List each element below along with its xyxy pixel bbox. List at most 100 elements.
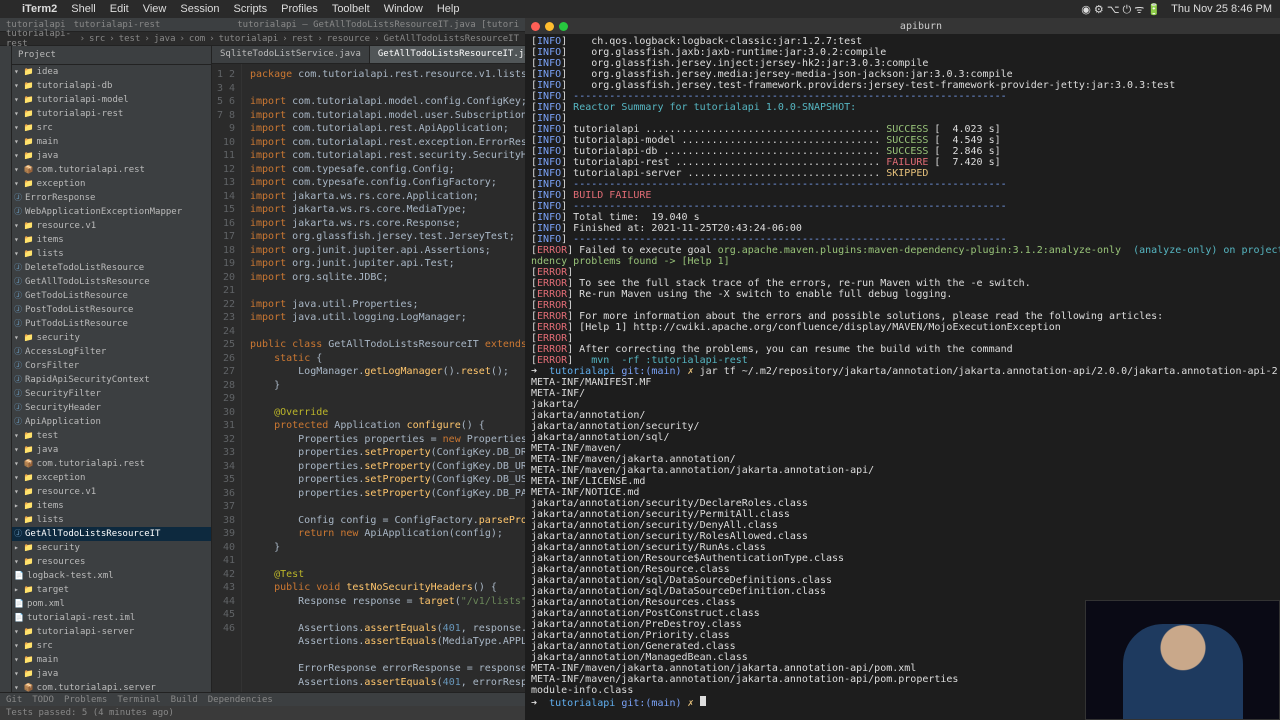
tree-item[interactable]: resources bbox=[12, 555, 211, 569]
bottom-problems[interactable]: Problems bbox=[64, 695, 107, 705]
java-icon bbox=[14, 373, 22, 387]
app-name[interactable]: iTerm2 bbox=[22, 3, 57, 15]
tree-item[interactable]: lists bbox=[12, 513, 211, 527]
editor-tab[interactable]: SqliteTodoListService.java bbox=[212, 46, 370, 63]
pkg-icon bbox=[14, 457, 34, 471]
menu-scripts[interactable]: Scripts bbox=[234, 3, 268, 15]
java-icon bbox=[14, 359, 22, 373]
tree-item[interactable]: com.tutorialapi.rest bbox=[12, 163, 211, 177]
status-bar: Tests passed: 5 (4 minutes ago) bbox=[0, 706, 525, 720]
tree-item[interactable]: test bbox=[12, 429, 211, 443]
bottom-todo[interactable]: TODO bbox=[32, 695, 54, 705]
project-tree[interactable]: Project ideatutorialapi-dbtutorialapi-mo… bbox=[12, 46, 212, 692]
tree-item[interactable]: logback-test.xml bbox=[12, 569, 211, 583]
menu-edit[interactable]: Edit bbox=[110, 3, 129, 15]
java-icon bbox=[14, 191, 22, 205]
bottom-git[interactable]: Git bbox=[6, 695, 22, 705]
tree-item[interactable]: exception bbox=[12, 177, 211, 191]
tree-item[interactable]: ErrorResponse bbox=[12, 191, 211, 205]
editor-tab[interactable]: GetAllTodoListsResourceIT.java bbox=[370, 46, 525, 63]
status-icons[interactable]: ◉ ⚙ ⌥ ⏻ ᯤ 🔋 bbox=[1081, 2, 1161, 17]
tree-item[interactable]: src bbox=[12, 639, 211, 653]
terminal-title: apiburn bbox=[900, 21, 942, 32]
tree-item[interactable]: resource.v1 bbox=[12, 219, 211, 233]
tree-item[interactable]: items bbox=[12, 499, 211, 513]
folder-open-icon bbox=[14, 443, 34, 457]
tree-item[interactable]: java bbox=[12, 667, 211, 681]
folder-icon bbox=[14, 541, 34, 555]
left-tool-gutter[interactable] bbox=[0, 46, 12, 692]
folder-open-icon bbox=[14, 625, 34, 639]
tree-item[interactable]: PostTodoListResource bbox=[12, 303, 211, 317]
tree-item[interactable]: GetTodoListResource bbox=[12, 289, 211, 303]
tree-item[interactable]: tutorialapi-server bbox=[12, 625, 211, 639]
menu-help[interactable]: Help bbox=[437, 3, 460, 15]
menu-view[interactable]: View bbox=[143, 3, 167, 15]
tree-item[interactable]: java bbox=[12, 443, 211, 457]
folder-open-icon bbox=[14, 429, 34, 443]
menu-window[interactable]: Window bbox=[384, 3, 423, 15]
tree-item[interactable]: items bbox=[12, 233, 211, 247]
tree-item[interactable]: GetAllTodoListsResourceIT bbox=[12, 527, 211, 541]
tree-item[interactable]: CorsFilter bbox=[12, 359, 211, 373]
menu-profiles[interactable]: Profiles bbox=[281, 3, 318, 15]
tree-item[interactable]: tutorialapi-rest.iml bbox=[12, 611, 211, 625]
tree-item[interactable]: tutorialapi-db bbox=[12, 79, 211, 93]
folder-open-icon bbox=[14, 247, 34, 261]
webcam-overlay bbox=[1085, 600, 1280, 720]
clock[interactable]: Thu Nov 25 8:46 PM bbox=[1171, 3, 1272, 15]
tree-item[interactable]: WebApplicationExceptionMapper bbox=[12, 205, 211, 219]
tree-item[interactable]: tutorialapi-rest bbox=[12, 107, 211, 121]
tree-item[interactable]: target bbox=[12, 583, 211, 597]
breadcrumb[interactable]: tutorialapi-rest›src›test›java›com›tutor… bbox=[0, 32, 525, 46]
tree-item[interactable]: security bbox=[12, 331, 211, 345]
tree-item[interactable]: resource.v1 bbox=[12, 485, 211, 499]
traffic-lights[interactable] bbox=[531, 22, 568, 31]
tree-item[interactable]: com.tutorialapi.rest bbox=[12, 457, 211, 471]
editor-tabs: SqliteTodoListService.java GetAllTodoLis… bbox=[212, 46, 525, 64]
folder-open-icon bbox=[14, 65, 34, 79]
tree-item[interactable]: GetAllTodoListsResource bbox=[12, 275, 211, 289]
pkg-icon bbox=[14, 163, 34, 177]
tree-item[interactable]: RapidApiSecurityContext bbox=[12, 373, 211, 387]
tree-item[interactable]: AccessLogFilter bbox=[12, 345, 211, 359]
bottom-build[interactable]: Build bbox=[171, 695, 198, 705]
tree-item[interactable]: idea bbox=[12, 65, 211, 79]
tree-item[interactable]: java bbox=[12, 149, 211, 163]
java-icon bbox=[14, 317, 22, 331]
folder-open-icon bbox=[14, 93, 34, 107]
tree-item[interactable]: DeleteTodoListResource bbox=[12, 261, 211, 275]
tree-item[interactable]: src bbox=[12, 121, 211, 135]
folder-open-icon bbox=[14, 149, 34, 163]
tree-item[interactable]: security bbox=[12, 541, 211, 555]
bottom-terminal[interactable]: Terminal bbox=[117, 695, 160, 705]
folder-open-icon bbox=[14, 485, 34, 499]
tree-item[interactable]: tutorialapi-model bbox=[12, 93, 211, 107]
project-tab[interactable]: tutorialapi-rest bbox=[74, 20, 161, 30]
tree-item[interactable]: main bbox=[12, 135, 211, 149]
bottom-dependencies[interactable]: Dependencies bbox=[208, 695, 273, 705]
tree-item[interactable]: ApiApplication bbox=[12, 415, 211, 429]
folder-open-icon bbox=[14, 79, 34, 93]
menu-session[interactable]: Session bbox=[180, 3, 219, 15]
tree-item[interactable]: pom.xml bbox=[12, 597, 211, 611]
menu-toolbelt[interactable]: Toolbelt bbox=[332, 3, 370, 15]
java-icon bbox=[14, 387, 22, 401]
folder-open-icon bbox=[14, 555, 34, 569]
java-icon bbox=[14, 527, 22, 541]
tree-item[interactable]: main bbox=[12, 653, 211, 667]
code-editor[interactable]: 1 2 3 4 5 6 7 8 9 10 11 12 13 14 15 16 1… bbox=[212, 64, 525, 692]
java-icon bbox=[14, 415, 22, 429]
java-icon bbox=[14, 345, 22, 359]
bottom-toolbar: Git TODO Problems Terminal Build Depende… bbox=[0, 692, 525, 706]
tree-item[interactable]: SecurityFilter bbox=[12, 387, 211, 401]
tree-item[interactable]: exception bbox=[12, 471, 211, 485]
menu-shell[interactable]: Shell bbox=[71, 3, 95, 15]
tree-item[interactable]: SecurityHeader bbox=[12, 401, 211, 415]
tree-item[interactable]: lists bbox=[12, 247, 211, 261]
tree-item[interactable]: com.tutorialapi.server bbox=[12, 681, 211, 692]
terminal-titlebar[interactable]: apiburn bbox=[525, 18, 1280, 34]
java-icon bbox=[14, 275, 22, 289]
java-icon bbox=[14, 401, 22, 415]
tree-item[interactable]: PutTodoListResource bbox=[12, 317, 211, 331]
